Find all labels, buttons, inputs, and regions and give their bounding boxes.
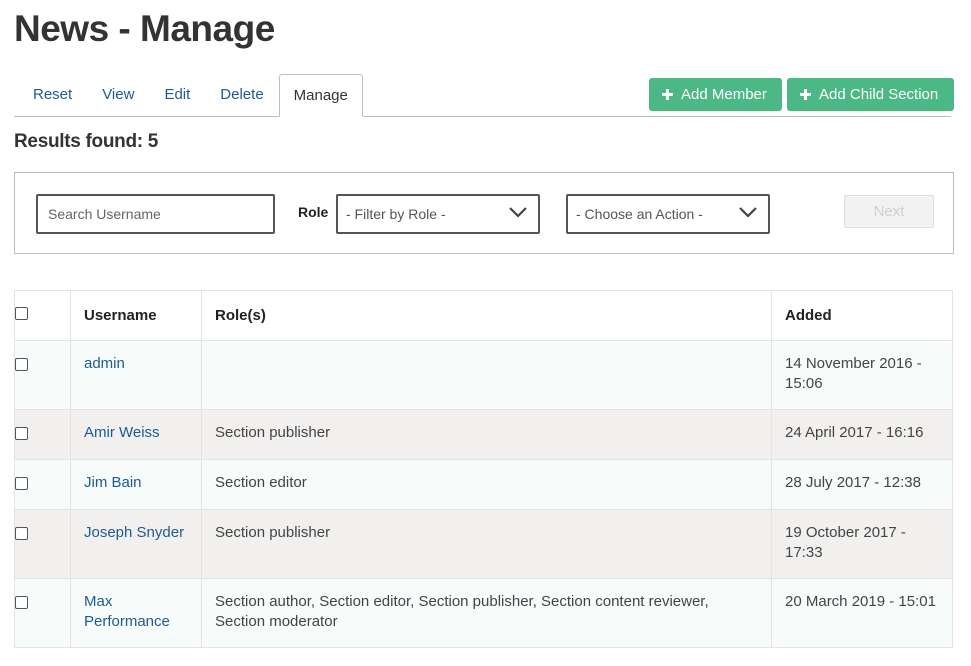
tab-delete[interactable]: Delete — [205, 74, 278, 114]
next-button[interactable]: Next — [844, 195, 934, 228]
username-cell: Amir Weiss — [70, 409, 202, 460]
tab-manage[interactable]: Manage — [278, 74, 363, 117]
chevron-down-icon — [739, 207, 757, 218]
select-all-cell — [14, 290, 71, 341]
add-child-section-button[interactable]: Add Child Section — [787, 78, 954, 111]
row-select-cell — [14, 340, 71, 410]
roles-cell: Section publisher — [201, 509, 772, 579]
roles-cell: Section publisher — [201, 409, 772, 460]
page-title: News - Manage — [14, 8, 275, 49]
username-link[interactable]: Amir Weiss — [84, 424, 160, 441]
row-select-cell — [14, 459, 71, 510]
role-label: Role — [298, 204, 329, 220]
select-all-checkbox[interactable] — [15, 307, 28, 320]
plus-icon — [800, 89, 811, 100]
table-row: Jim Bain Section editor 28 July 2017 - 1… — [14, 459, 953, 510]
table-row: Max Performance Section author, Section … — [14, 578, 953, 648]
table-row: Amir Weiss Section publisher 24 April 20… — [14, 409, 953, 460]
row-checkbox[interactable] — [15, 527, 28, 540]
plus-icon — [662, 89, 673, 100]
row-checkbox[interactable] — [15, 477, 28, 490]
tab-view[interactable]: View — [87, 74, 149, 114]
username-cell: Joseph Snyder — [70, 509, 202, 579]
action-select[interactable]: - Choose an Action - — [566, 194, 770, 234]
username-cell: admin — [70, 340, 202, 410]
column-header-username[interactable]: Username — [70, 290, 202, 341]
username-link[interactable]: Joseph Snyder — [84, 524, 184, 541]
roles-cell: Section editor — [201, 459, 772, 510]
row-select-cell — [14, 578, 71, 648]
row-select-cell — [14, 409, 71, 460]
tab-edit[interactable]: Edit — [149, 74, 205, 114]
row-checkbox[interactable] — [15, 427, 28, 440]
username-link[interactable]: admin — [84, 355, 125, 372]
roles-cell — [201, 340, 772, 410]
table-row: admin 14 November 2016 - 15:06 — [14, 340, 953, 410]
search-username-input[interactable] — [36, 194, 275, 234]
filter-panel: Role - Filter by Role - - Choose an Acti… — [14, 172, 954, 254]
table-row: Joseph Snyder Section publisher 19 Octob… — [14, 509, 953, 579]
username-link[interactable]: Jim Bain — [84, 474, 142, 491]
tab-reset[interactable]: Reset — [18, 74, 87, 114]
row-checkbox[interactable] — [15, 358, 28, 371]
add-member-label: Add Member — [681, 86, 767, 103]
row-select-cell — [14, 509, 71, 579]
chevron-down-icon — [509, 207, 527, 218]
username-cell: Max Performance — [70, 578, 202, 648]
role-filter-value: - Filter by Role - — [346, 206, 446, 222]
added-cell: 24 April 2017 - 16:16 — [771, 409, 953, 460]
added-cell: 20 March 2019 - 15:01 — [771, 578, 953, 648]
added-cell: 28 July 2017 - 12:38 — [771, 459, 953, 510]
added-cell: 14 November 2016 - 15:06 — [771, 340, 953, 410]
added-cell: 19 October 2017 - 17:33 — [771, 509, 953, 579]
add-child-section-label: Add Child Section — [819, 86, 939, 103]
results-count: Results found: 5 — [14, 131, 159, 152]
action-select-value: - Choose an Action - — [576, 206, 703, 222]
row-checkbox[interactable] — [15, 596, 28, 609]
username-cell: Jim Bain — [70, 459, 202, 510]
roles-cell: Section author, Section editor, Section … — [201, 578, 772, 648]
column-header-added[interactable]: Added — [771, 290, 953, 341]
role-filter-select[interactable]: - Filter by Role - — [336, 194, 540, 234]
add-member-button[interactable]: Add Member — [649, 78, 782, 111]
username-link[interactable]: Max Performance — [84, 593, 170, 630]
members-table: Username Role(s) Added admin 14 November… — [14, 290, 953, 648]
column-header-roles: Role(s) — [201, 290, 772, 341]
tab-bar: Reset View Edit Delete Manage — [18, 74, 363, 117]
table-header-row: Username Role(s) Added — [14, 290, 953, 341]
